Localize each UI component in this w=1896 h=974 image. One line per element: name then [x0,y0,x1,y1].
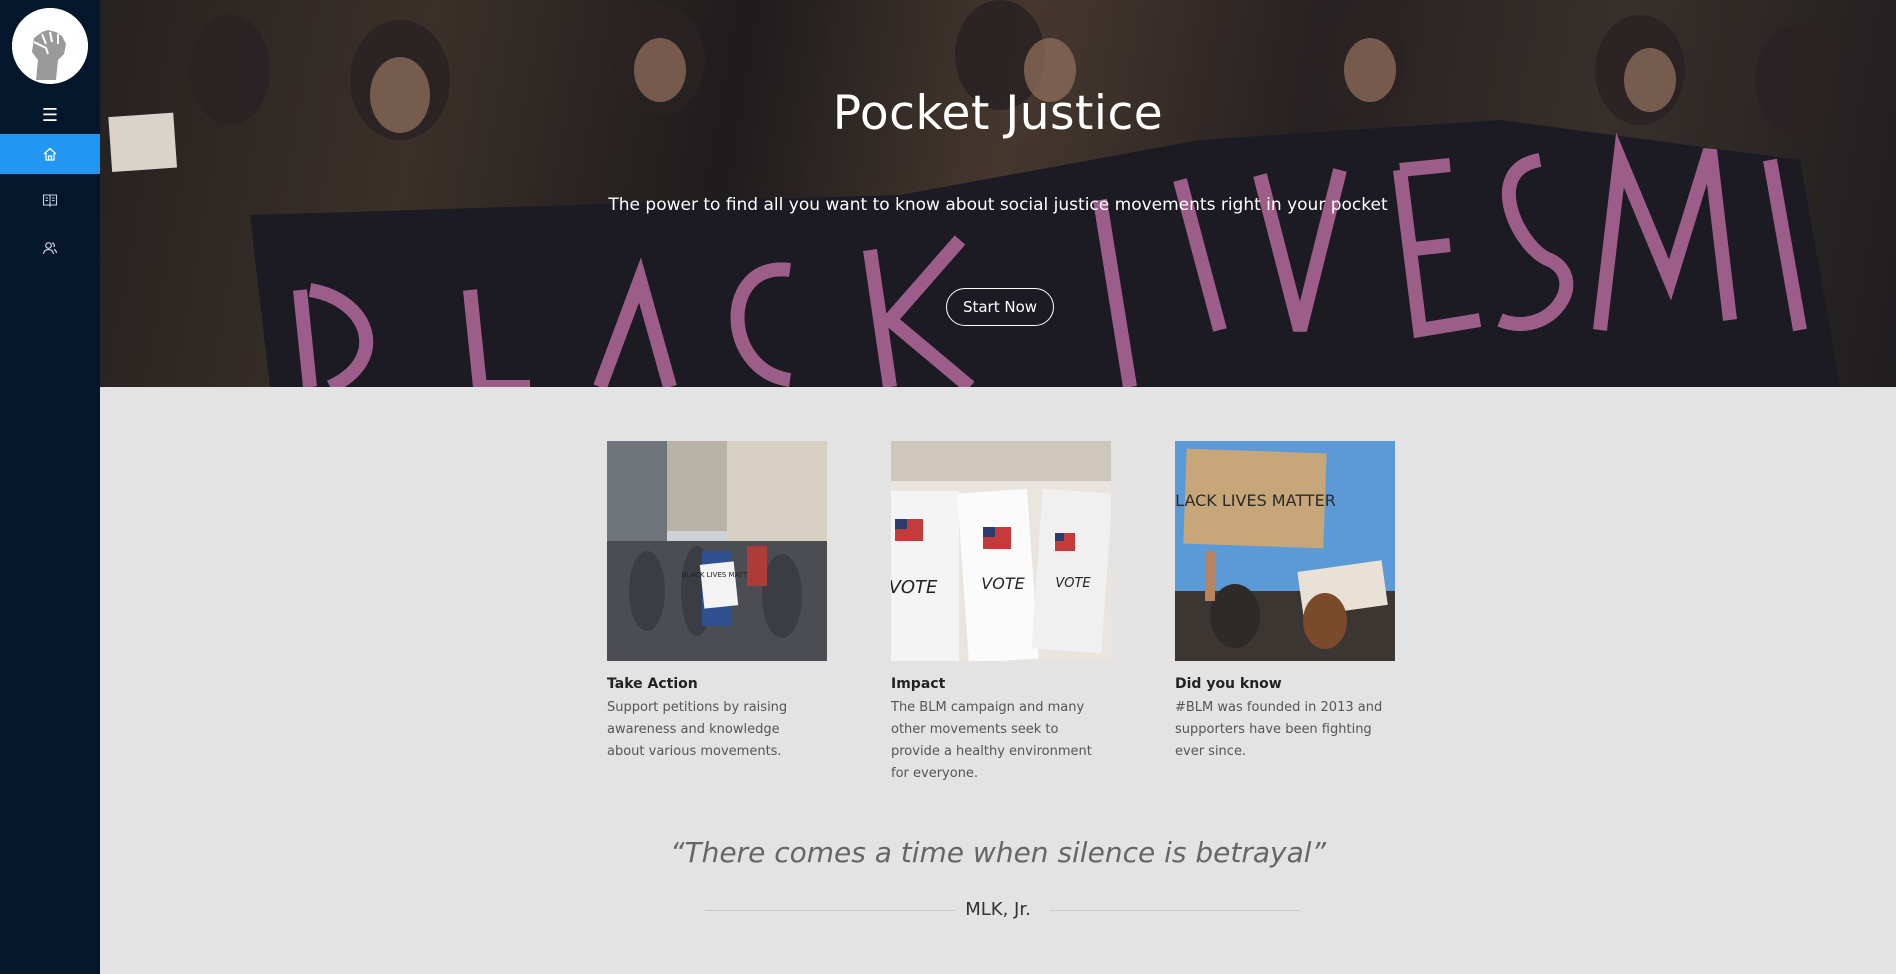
card-take-action: BLACK LIVES MATTER Take Action Support p… [607,441,827,763]
sign-text: VOTE [891,577,938,598]
sign-text: BLACK LIVES MATTER [1175,491,1336,510]
menu-toggle-button[interactable]: ☰ [0,102,100,128]
vote-signs-image[interactable]: VOTE VOTE VOTE [891,441,1111,661]
nav-resources[interactable] [0,180,100,220]
hero-background-image [108,0,1845,387]
quote-text: “There comes a time when silence is betr… [669,836,1327,869]
home-icon [43,147,57,161]
protest-march-image[interactable]: BLACK LIVES MATTER [607,441,827,661]
book-icon [42,194,58,208]
raised-fist-logo[interactable] [12,8,88,84]
card-did-you-know: BLACK LIVES MATTER Did you know #BLM was… [1175,441,1395,763]
card-title: Did you know [1175,676,1282,692]
nav-community[interactable] [0,228,100,268]
hero-subtitle: The power to find all you want to know a… [608,195,1388,215]
quote-author: MLK, Jr. [965,899,1031,920]
card-text: The BLM campaign and many other movement… [891,700,1092,781]
sign-text: BLACK LIVES MATTER [681,571,756,579]
protest-signs-image[interactable]: BLACK LIVES MATTER [1175,441,1395,661]
sidebar: ☰ [0,0,100,974]
people-icon [42,242,58,255]
hamburger-icon: ☰ [41,104,59,126]
card-impact: VOTE VOTE VOTE Impact The BLM campaign a… [891,441,1111,785]
nav-home[interactable] [0,134,100,174]
sign-text: VOTE [1055,576,1091,591]
start-now-button[interactable]: Start Now [946,288,1054,326]
card-title: Take Action [607,676,698,692]
card-text: Support petitions by raising awareness a… [607,700,788,759]
sign-text: VOTE [981,574,1025,593]
card-text: #BLM was founded in 2013 and supporters … [1175,700,1383,759]
hero-title: Pocket Justice [832,86,1164,141]
hero-banner: Pocket Justice The power to find all you… [100,0,1896,387]
card-title: Impact [891,676,946,692]
